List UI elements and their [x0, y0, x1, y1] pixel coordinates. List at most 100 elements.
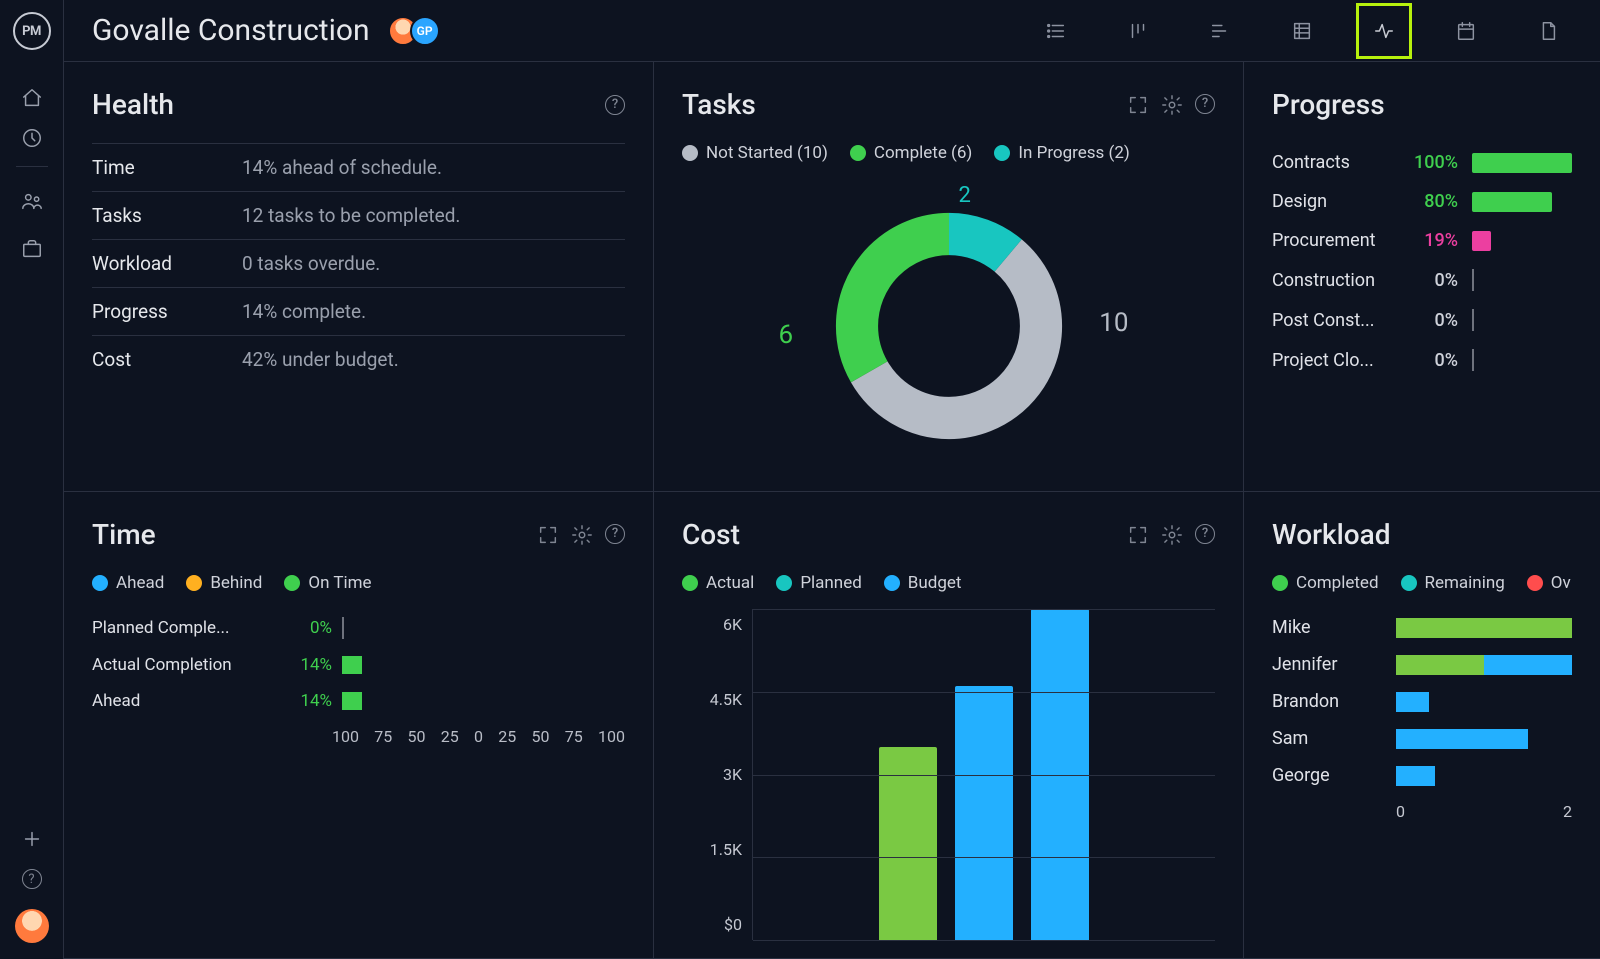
health-label: Workload — [92, 252, 242, 275]
panel-cost: Cost ? ActualPlannedBudget 6K4.5K3K1.5K$… — [654, 492, 1244, 959]
file-view-icon[interactable] — [1520, 3, 1576, 59]
time-pct: 14% — [282, 655, 332, 675]
legend-item[interactable]: Planned — [776, 573, 861, 593]
legend-item[interactable]: Behind — [186, 573, 262, 593]
axis-tick: 100 — [598, 727, 625, 761]
time-row: Planned Comple...0% — [92, 609, 625, 647]
legend-label: Behind — [210, 573, 262, 593]
list-view-icon[interactable] — [1028, 3, 1084, 59]
legend-item[interactable]: Ahead — [92, 573, 164, 593]
cost-legend: Actual Planned Budget — [682, 573, 1215, 593]
panel-progress: Progress Contracts100%Design80%Procureme… — [1244, 62, 1600, 492]
legend-dot-icon — [1272, 575, 1288, 591]
progress-bar-zero — [1472, 269, 1474, 291]
progress-bar-zero — [1472, 309, 1474, 331]
workload-name: George — [1272, 765, 1382, 786]
legend-label: Ov — [1551, 573, 1571, 593]
gantt-view-icon[interactable] — [1192, 3, 1248, 59]
expand-icon[interactable] — [537, 524, 559, 546]
legend-label: Remaining — [1425, 573, 1505, 593]
legend-dot-icon — [994, 145, 1010, 161]
progress-bar — [1472, 153, 1572, 173]
legend-item[interactable]: Ov — [1527, 573, 1571, 593]
calendar-view-icon[interactable] — [1438, 3, 1494, 59]
workload-name: Sam — [1272, 728, 1382, 749]
app-logo[interactable]: PM — [13, 12, 51, 50]
help-icon[interactable]: ? — [1195, 524, 1215, 544]
progress-pct: 19% — [1404, 230, 1458, 251]
axis-tick: $0 — [724, 915, 742, 934]
workload-bar — [1396, 618, 1572, 638]
member-avatar[interactable]: GP — [410, 16, 440, 46]
donut-label-notstarted: 10 — [1099, 308, 1128, 338]
legend-dot-icon — [186, 575, 202, 591]
health-label: Progress — [92, 300, 242, 323]
health-row: Cost42% under budget. — [92, 335, 625, 383]
workload-name: Brandon — [1272, 691, 1382, 712]
legend-dot-icon — [1401, 575, 1417, 591]
health-row: Tasks12 tasks to be completed. — [92, 191, 625, 239]
legend-item[interactable]: Complete (6) — [850, 143, 972, 163]
progress-bar — [1472, 231, 1491, 251]
progress-name: Post Const... — [1272, 310, 1390, 331]
legend-dot-icon — [92, 575, 108, 591]
donut-label-complete: 6 — [779, 320, 794, 350]
legend-item[interactable]: Completed — [1272, 573, 1379, 593]
axis-tick: 4.5K — [710, 690, 742, 709]
legend-item[interactable]: Actual — [682, 573, 754, 593]
gear-icon[interactable] — [1161, 524, 1183, 546]
project-title: Govalle Construction — [92, 13, 370, 48]
progress-row: Contracts100% — [1272, 143, 1572, 182]
legend-label: Completed — [1296, 573, 1379, 593]
help-icon[interactable]: ? — [1195, 94, 1215, 114]
axis-tick: 0 — [1396, 802, 1405, 824]
legend-dot-icon — [1527, 575, 1543, 591]
time-bar — [342, 692, 362, 710]
expand-icon[interactable] — [1127, 524, 1149, 546]
health-value: 42% under budget. — [242, 348, 399, 371]
nav-help-icon[interactable]: ? — [12, 859, 52, 899]
sheet-view-icon[interactable] — [1274, 3, 1330, 59]
gridline — [753, 940, 1215, 941]
expand-icon[interactable] — [1127, 94, 1149, 116]
legend-dot-icon — [682, 575, 698, 591]
help-icon[interactable]: ? — [605, 524, 625, 544]
legend-item[interactable]: Remaining — [1401, 573, 1505, 593]
gear-icon[interactable] — [1161, 94, 1183, 116]
help-icon[interactable]: ? — [605, 95, 625, 115]
gridline — [753, 775, 1215, 776]
nav-home-icon[interactable] — [12, 78, 52, 118]
panel-title: Health — [92, 88, 174, 121]
legend-item[interactable]: Not Started (10) — [682, 143, 828, 163]
dashboard-view-icon[interactable] — [1356, 3, 1412, 59]
workload-bar — [1396, 766, 1572, 786]
workload-bar — [1396, 655, 1572, 675]
main-area: Govalle Construction GP — [64, 0, 1600, 959]
axis-tick: 25 — [441, 727, 459, 761]
legend-item[interactable]: Budget — [884, 573, 962, 593]
health-value: 12 tasks to be completed. — [242, 204, 460, 227]
legend-item[interactable]: In Progress (2) — [994, 143, 1129, 163]
legend-item[interactable]: On Time — [284, 573, 371, 593]
panel-time: Time ? AheadBehindOn Time Planned Comple… — [64, 492, 654, 959]
nav-portfolio-icon[interactable] — [12, 229, 52, 269]
nav-add-icon[interactable] — [12, 819, 52, 859]
nav-recent-icon[interactable] — [12, 118, 52, 158]
legend-label: Ahead — [116, 573, 164, 593]
donut-label-inprogress: 2 — [959, 183, 971, 208]
health-label: Cost — [92, 348, 242, 371]
axis-tick: 50 — [408, 727, 426, 761]
gridline — [753, 857, 1215, 858]
progress-name: Construction — [1272, 270, 1390, 291]
workload-name: Jennifer — [1272, 654, 1382, 675]
legend-dot-icon — [776, 575, 792, 591]
gear-icon[interactable] — [571, 524, 593, 546]
dashboard-grid: Health ? Time14% ahead of schedule.Tasks… — [64, 62, 1600, 959]
board-view-icon[interactable] — [1110, 3, 1166, 59]
current-user-avatar[interactable] — [15, 909, 49, 943]
panel-title: Cost — [682, 518, 740, 551]
project-members[interactable]: GP — [388, 16, 440, 46]
nav-team-icon[interactable] — [12, 181, 52, 221]
tasks-donut-chart: 2 6 10 — [682, 179, 1215, 473]
time-row: Ahead14% — [92, 683, 625, 719]
